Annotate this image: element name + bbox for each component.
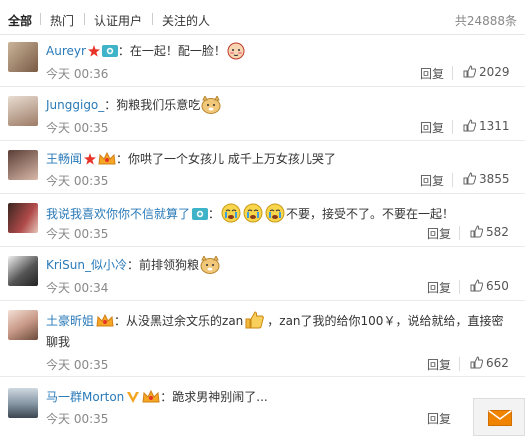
divider xyxy=(452,66,453,80)
thumbs-up-icon xyxy=(463,172,476,185)
tab-divider xyxy=(84,13,85,25)
username[interactable]: 我说我喜欢你你不信就算了 xyxy=(46,207,190,221)
comment-item: Aureyr ：在一起！配一脸！ 今天 00:36 回复 2029 xyxy=(0,34,525,87)
envelope-icon xyxy=(488,410,512,426)
tab-verified-users[interactable]: 认证用户 xyxy=(94,12,142,29)
like-count: 582 xyxy=(486,225,509,239)
avatar[interactable] xyxy=(8,96,38,126)
like-button[interactable]: 3855 xyxy=(463,172,510,186)
comment-text: ：从没黑过余文乐的zan xyxy=(114,314,244,328)
tab-all[interactable]: 全部 xyxy=(8,12,32,29)
thumbs-up-icon xyxy=(470,356,483,369)
reply-button[interactable]: 回复 xyxy=(420,65,444,82)
comment-time: 今天 00:35 xyxy=(46,227,109,241)
tab-divider xyxy=(152,13,153,25)
reply-button[interactable]: 回复 xyxy=(427,279,451,296)
reply-button[interactable]: 回复 xyxy=(427,410,451,427)
username[interactable]: 王畅闻 xyxy=(46,152,82,166)
divider xyxy=(452,120,453,134)
like-button[interactable]: 582 xyxy=(470,225,509,239)
thumbs-up-icon xyxy=(463,119,476,132)
like-button[interactable]: 1311 xyxy=(463,119,510,133)
divider xyxy=(452,173,453,187)
like-count: 662 xyxy=(486,356,509,370)
like-button[interactable]: 650 xyxy=(470,279,509,293)
comment-text-line2: 聊我 xyxy=(46,335,71,349)
username[interactable]: Junggigo_ xyxy=(46,98,104,112)
like-count: 2029 xyxy=(479,65,510,79)
username[interactable]: KriSun_似小冷 xyxy=(46,258,127,272)
divider xyxy=(459,280,460,294)
shy-face-emoji-icon xyxy=(227,42,245,60)
thumbs-up-icon xyxy=(470,225,483,238)
comment-time: 今天 00:35 xyxy=(46,412,109,426)
comment-text: ：前排领狗粮 xyxy=(126,258,199,272)
comment-text: ： xyxy=(208,207,221,221)
comment-text: ：在一起！配一脸！ xyxy=(117,44,226,58)
doge-emoji-icon xyxy=(200,256,220,274)
reply-button[interactable]: 回复 xyxy=(420,119,444,136)
comment-time: 今天 00:35 xyxy=(46,121,109,135)
camera-badge-icon xyxy=(192,208,209,220)
username[interactable]: 土豪昕姐 xyxy=(46,314,94,328)
vip-crown-badge-icon xyxy=(98,152,116,165)
comment-time: 今天 00:35 xyxy=(46,174,109,188)
username[interactable]: 马一群Morton xyxy=(46,390,124,404)
tab-following[interactable]: 关注的人 xyxy=(162,12,210,29)
comment-item: 我说我喜欢你你不信就算了：不要，接受不了。不要在一起！ 今天 00:35 回复 … xyxy=(0,193,525,247)
comment-text-continued: 不要，接受不了。不要在一起！ xyxy=(286,207,455,221)
divider xyxy=(459,357,460,371)
camera-badge-icon xyxy=(101,45,118,57)
doge-emoji-icon xyxy=(201,96,221,114)
crying-face-emoji-icon xyxy=(221,203,241,223)
thumbs-up-icon xyxy=(470,279,483,292)
reply-button[interactable]: 回复 xyxy=(420,172,444,189)
like-count: 1311 xyxy=(479,119,510,133)
vip-crown-badge-icon xyxy=(96,314,114,327)
thumbs-up-emoji-icon xyxy=(245,311,265,329)
avatar[interactable] xyxy=(8,310,38,340)
thumbs-up-icon xyxy=(463,65,476,78)
crying-face-emoji-icon xyxy=(265,203,285,223)
vip-crown-badge-icon xyxy=(142,390,160,403)
floating-message-button[interactable] xyxy=(473,398,525,436)
comment-item: 王畅闻 ：你哄了一个女孩儿 成千上万女孩儿哭了 今天 00:35 回复 3855 xyxy=(0,140,525,194)
verified-v-badge-icon xyxy=(127,392,140,403)
star-badge-icon xyxy=(84,153,97,165)
like-count: 3855 xyxy=(479,172,510,186)
comment-text-continued: ，zan了我的给你100￥，说给就给，直接密 xyxy=(267,314,504,328)
comment-text: ：你哄了一个女孩儿 成千上万女孩儿哭了 xyxy=(116,152,336,166)
crying-face-emoji-icon xyxy=(243,203,263,223)
avatar[interactable] xyxy=(8,150,38,180)
like-count: 650 xyxy=(486,279,509,293)
divider xyxy=(459,226,460,240)
avatar[interactable] xyxy=(8,42,38,72)
comment-text: ：跪求男神别闹了... xyxy=(160,390,268,404)
comment-filter-tabs: 全部 热门 认证用户 关注的人 共24888条 xyxy=(0,0,525,35)
tab-hot[interactable]: 热门 xyxy=(50,12,74,29)
comment-time: 今天 00:35 xyxy=(46,358,109,372)
comment-text: ：狗粮我们乐意吃 xyxy=(104,98,201,112)
username[interactable]: Aureyr xyxy=(46,44,86,58)
comment-time: 今天 00:36 xyxy=(46,67,109,81)
like-button[interactable]: 662 xyxy=(470,356,509,370)
comment-item: 马一群Morton ：跪求男神别闹了... 今天 00:35 回复 xyxy=(0,376,525,436)
comment-item: KriSun_似小冷：前排领狗粮 今天 00:34 回复 650 xyxy=(0,246,525,301)
reply-button[interactable]: 回复 xyxy=(427,225,451,242)
avatar[interactable] xyxy=(8,388,38,418)
avatar[interactable] xyxy=(8,203,38,233)
like-button[interactable]: 2029 xyxy=(463,65,510,79)
comment-item: Junggigo_：狗粮我们乐意吃 今天 00:35 回复 1311 xyxy=(0,86,525,141)
comment-item: 土豪昕姐 ：从没黑过余文乐的zan ，zan了我的给你100￥，说给就给，直接密 聊… xyxy=(0,300,525,377)
tab-divider xyxy=(40,13,41,25)
comment-time: 今天 00:34 xyxy=(46,281,109,295)
total-count: 共24888条 xyxy=(454,14,517,28)
avatar[interactable] xyxy=(8,256,38,286)
star-badge-icon xyxy=(87,45,100,57)
reply-button[interactable]: 回复 xyxy=(427,356,451,373)
